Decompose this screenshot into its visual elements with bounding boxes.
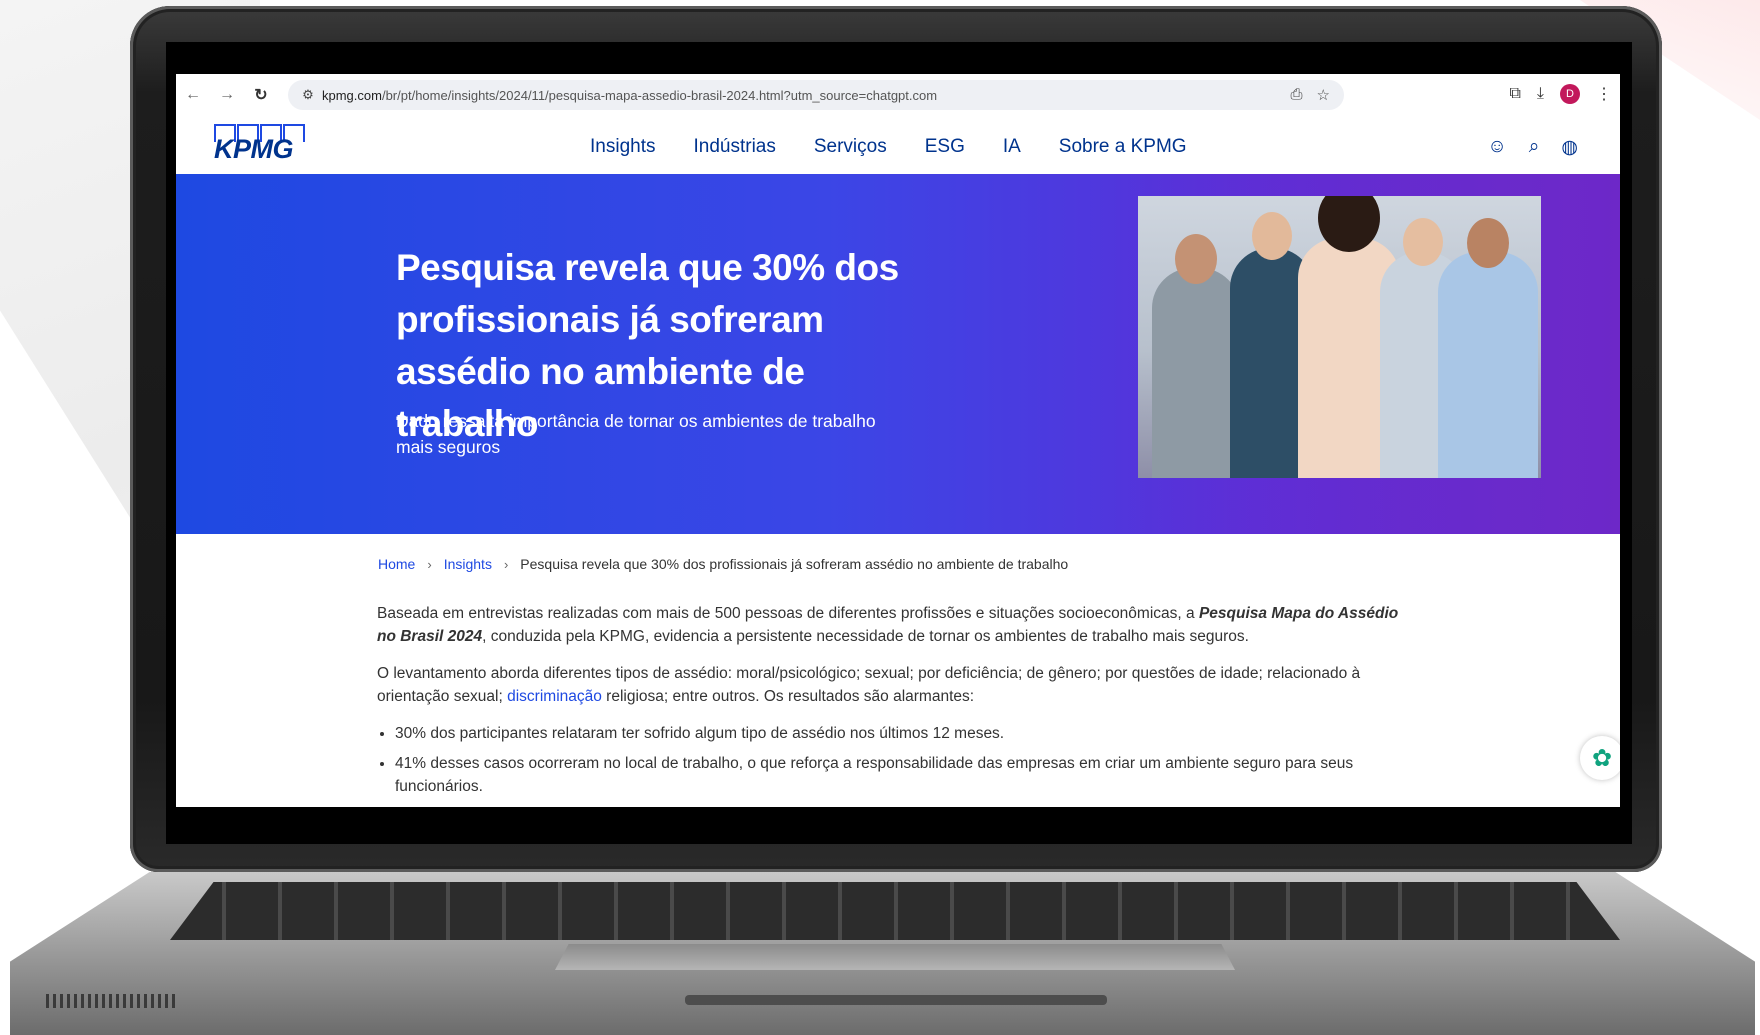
browser-toolbar: ← → ↻ ⚙ kpmg.com/br/pt/home/insights/202… [176,74,1620,117]
breadcrumb-insights[interactable]: Insights [444,556,492,572]
arrow-right-icon[interactable]: → [210,86,244,104]
kebab-menu-icon[interactable]: ⋮ [1596,84,1612,104]
chevron-right-icon: › [503,556,509,572]
laptop-keyboard [170,882,1620,940]
star-icon[interactable]: ☆ [1317,86,1330,104]
list-item: 30% dos participantes relataram ter sofr… [395,722,1407,745]
hero-banner: Pesquisa revela que 30% dos profissionai… [176,174,1620,534]
hero-photo [1138,196,1541,478]
url-path: /br/pt/home/insights/2024/11/pesquisa-ma… [381,87,938,103]
site-header: KPMG Insights Indústrias Serviços ESG IA… [176,116,1620,174]
globe-icon[interactable]: ◍ [1561,136,1578,159]
article-paragraph-2: O levantamento aborda diferentes tipos d… [377,665,1361,705]
address-bar[interactable]: ⚙ kpmg.com/br/pt/home/insights/2024/11/p… [288,80,1344,110]
article-body: Baseada em entrevistas realizadas com ma… [377,602,1407,805]
laptop-front-lip [685,995,1107,1005]
site-info-icon[interactable]: ⚙ [294,87,322,103]
search-icon[interactable]: ⌕ [1529,136,1540,159]
user-icon[interactable]: ☺ [1487,136,1506,159]
nav-insights[interactable]: Insights [590,136,655,158]
kpmg-logo[interactable]: KPMG [214,124,306,164]
article-paragraph-1: Baseada em entrevistas realizadas com ma… [377,605,1399,645]
main-nav: Insights Indústrias Serviços ESG IA Sobr… [590,136,1187,158]
breadcrumb-home[interactable]: Home [378,556,415,572]
nav-sobre[interactable]: Sobre a KPMG [1059,136,1187,158]
url-text[interactable]: kpmg.com/br/pt/home/insights/2024/11/pes… [322,88,937,103]
speaker-grill [46,994,176,1008]
url-host: kpmg.com [322,87,382,103]
nav-esg[interactable]: ESG [925,136,965,158]
discriminacao-link[interactable]: discriminação [507,688,602,705]
hero-subtitle: Dado ressalta importância de tornar os a… [396,411,876,457]
chevron-right-icon: › [427,556,432,572]
laptop-trackpad [555,944,1235,970]
laptop-screen: ← → ↻ ⚙ kpmg.com/br/pt/home/insights/202… [176,74,1620,807]
nav-servicos[interactable]: Serviços [814,136,887,158]
profile-avatar[interactable]: D [1560,84,1580,104]
puzzle-icon[interactable]: ⧉ [1509,85,1520,103]
arrow-left-icon[interactable]: ← [176,86,210,104]
nav-ia[interactable]: IA [1003,136,1021,158]
nav-industrias[interactable]: Indústrias [693,136,775,158]
reload-icon[interactable]: ↻ [244,85,278,105]
install-app-icon[interactable]: ⎙ [1291,86,1303,104]
findings-list: 30% dos participantes relataram ter sofr… [377,722,1407,798]
logo-text: KPMG [214,134,294,164]
list-item: 41% desses casos ocorreram no local de t… [395,752,1407,798]
chatgpt-icon[interactable]: ✿ [1580,736,1620,780]
download-icon[interactable]: ⤓ [1537,85,1544,103]
breadcrumb-current: Pesquisa revela que 30% dos profissionai… [520,556,1069,572]
breadcrumb: Home › Insights › Pesquisa revela que 30… [378,556,1068,572]
